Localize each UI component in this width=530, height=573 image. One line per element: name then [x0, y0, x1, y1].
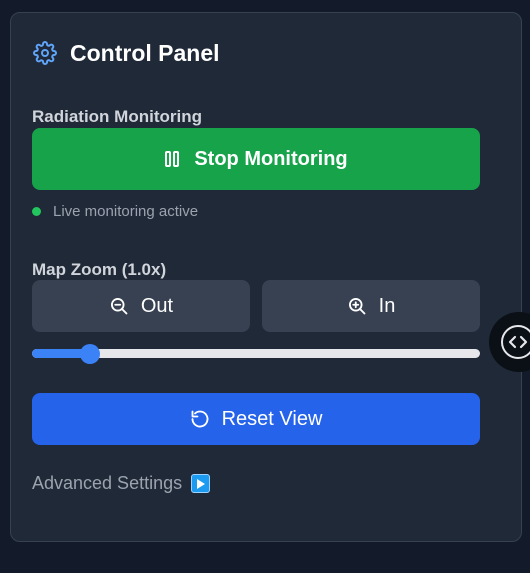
zoom-out-button[interactable]: Out — [32, 280, 250, 332]
advanced-settings-label: Advanced Settings — [32, 473, 183, 493]
panel-header: Control Panel — [32, 38, 220, 68]
zoom-in-button[interactable]: In — [262, 280, 480, 332]
gear-icon — [32, 40, 58, 66]
stop-monitoring-button[interactable]: Stop Monitoring — [32, 128, 480, 190]
code-arrows-icon — [501, 325, 530, 359]
zoom-out-icon — [109, 296, 129, 316]
play-icon — [191, 474, 211, 493]
stop-monitoring-label: Stop Monitoring — [194, 147, 348, 170]
rotate-ccw-icon — [190, 409, 210, 429]
page: Control Panel Radiation Monitoring Stop … — [0, 0, 530, 573]
zoom-in-icon — [347, 296, 367, 316]
pause-icon — [164, 150, 180, 168]
monitoring-status: Live monitoring active — [32, 203, 198, 220]
status-dot — [32, 207, 41, 216]
zoom-slider-thumb[interactable] — [80, 344, 101, 364]
zoom-out-label: Out — [140, 294, 174, 317]
reset-view-button[interactable]: Reset View — [32, 393, 480, 445]
radiation-monitoring-label: Radiation Monitoring — [32, 107, 202, 126]
map-zoom-label: Map Zoom (1.0x) — [32, 260, 167, 279]
advanced-settings-toggle[interactable]: Advanced Settings — [32, 473, 211, 494]
panel-title: Control Panel — [70, 39, 220, 66]
reset-view-label: Reset View — [221, 407, 323, 430]
zoom-slider[interactable] — [32, 344, 480, 364]
status-text: Live monitoring active — [53, 203, 199, 220]
zoom-in-label: In — [378, 294, 396, 317]
